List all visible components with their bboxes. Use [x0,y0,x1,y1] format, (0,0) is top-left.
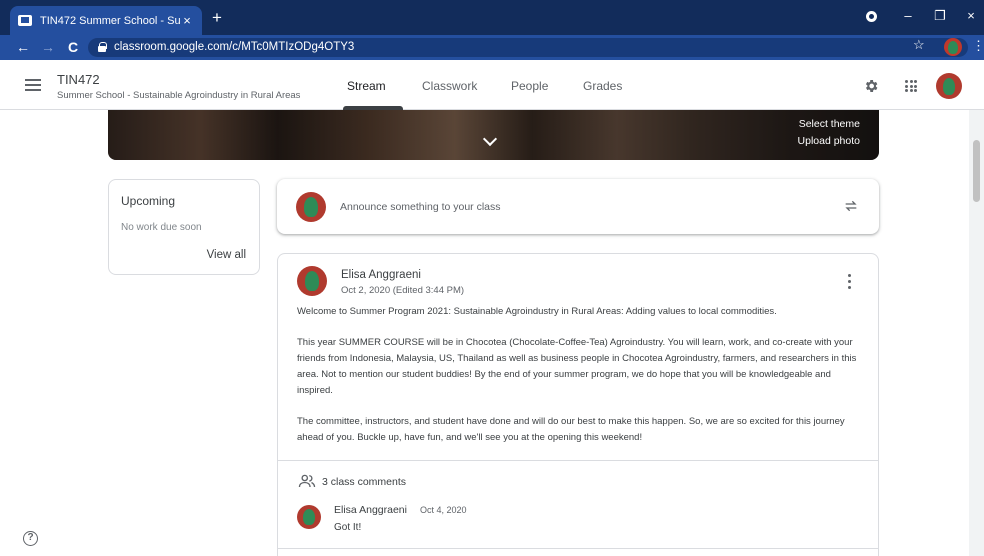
tab-people[interactable]: People [511,79,548,93]
comment-text: Got It! [334,522,362,533]
help-icon[interactable]: ? [23,531,38,546]
browser-tab-strip: TIN472 Summer School - Sustain × + – ❐ × [0,0,984,35]
gear-icon[interactable] [863,78,879,94]
main-menu-icon[interactable] [25,79,41,91]
tab-close-icon[interactable]: × [180,13,194,28]
repost-icon[interactable] [843,197,859,215]
browser-toolbar: ← → C classroom.google.com/c/MTc0MTIzODg… [0,35,984,60]
post-author: Elisa Anggraeni [341,269,421,281]
post-paragraph: This year SUMMER COURSE will be in Choco… [297,337,857,396]
page-scrollbar[interactable] [969,110,984,556]
account-avatar[interactable] [936,73,962,99]
browser-tab-title: TIN472 Summer School - Sustain [40,14,180,27]
address-bar[interactable]: classroom.google.com/c/MTc0MTIzODg4OTY3 [88,38,968,57]
announce-placeholder[interactable]: Announce something to your class [340,201,501,213]
post-date: Oct 2, 2020 (Edited 3:44 PM) [341,285,465,296]
tab-classwork[interactable]: Classwork [422,79,477,93]
divider [278,460,878,461]
class-comments-link[interactable]: 3 class comments [322,476,406,488]
upcoming-empty-text: No work due soon [121,222,202,233]
class-name[interactable]: TIN472 [57,72,100,87]
avatar [296,192,326,222]
window-close-button[interactable]: × [962,7,980,25]
upload-photo-link[interactable]: Upload photo [798,135,860,147]
classroom-header: TIN472 Summer School - Sustainable Agroi… [0,60,984,110]
url-text: classroom.google.com/c/MTc0MTIzODg4OTY3 [114,41,355,53]
browser-profile-avatar[interactable] [944,38,962,56]
classroom-favicon-icon [18,15,32,26]
browser-tab[interactable]: TIN472 Summer School - Sustain × [10,6,202,35]
comment-date: Oct 4, 2020 [420,505,467,515]
people-icon [298,474,316,488]
upcoming-card: Upcoming No work due soon View all [108,179,260,275]
divider [278,548,878,549]
post-paragraph: The committee, instructors, and student … [297,416,845,443]
view-all-link[interactable]: View all [207,249,246,261]
announce-box[interactable]: Announce something to your class [277,179,879,234]
tab-stream[interactable]: Stream [347,79,386,93]
browser-menu-icon[interactable]: ⋮ [972,38,984,54]
more-options-icon[interactable] [848,274,852,290]
upcoming-heading: Upcoming [121,194,176,208]
bookmark-star-icon[interactable]: ☆ [913,37,925,53]
class-banner: Select theme Upload photo [108,110,879,160]
tab-grades[interactable]: Grades [583,79,622,93]
recording-indicator-icon[interactable] [866,11,877,22]
scrollbar-thumb[interactable] [973,140,980,202]
restore-button[interactable]: ❐ [931,7,949,25]
apps-icon[interactable] [905,80,917,92]
minimize-button[interactable]: – [899,7,917,25]
comment-author-avatar [297,505,321,529]
post-paragraph: Welcome to Summer Program 2021: Sustaina… [297,306,777,317]
forward-button[interactable]: → [39,38,57,56]
new-tab-button[interactable]: + [208,8,226,28]
announcement-post: Elisa Anggraeni Oct 2, 2020 (Edited 3:44… [277,253,879,556]
post-author-avatar [297,266,327,296]
lock-icon [98,42,107,52]
post-body: Welcome to Summer Program 2021: Sustaina… [297,304,867,461]
comment-author: Elisa Anggraeni [334,504,407,516]
back-button[interactable]: ← [14,38,32,56]
select-theme-link[interactable]: Select theme [799,118,860,130]
class-subtitle: Summer School - Sustainable Agroindustry… [57,90,301,101]
reload-button[interactable]: C [64,38,82,56]
